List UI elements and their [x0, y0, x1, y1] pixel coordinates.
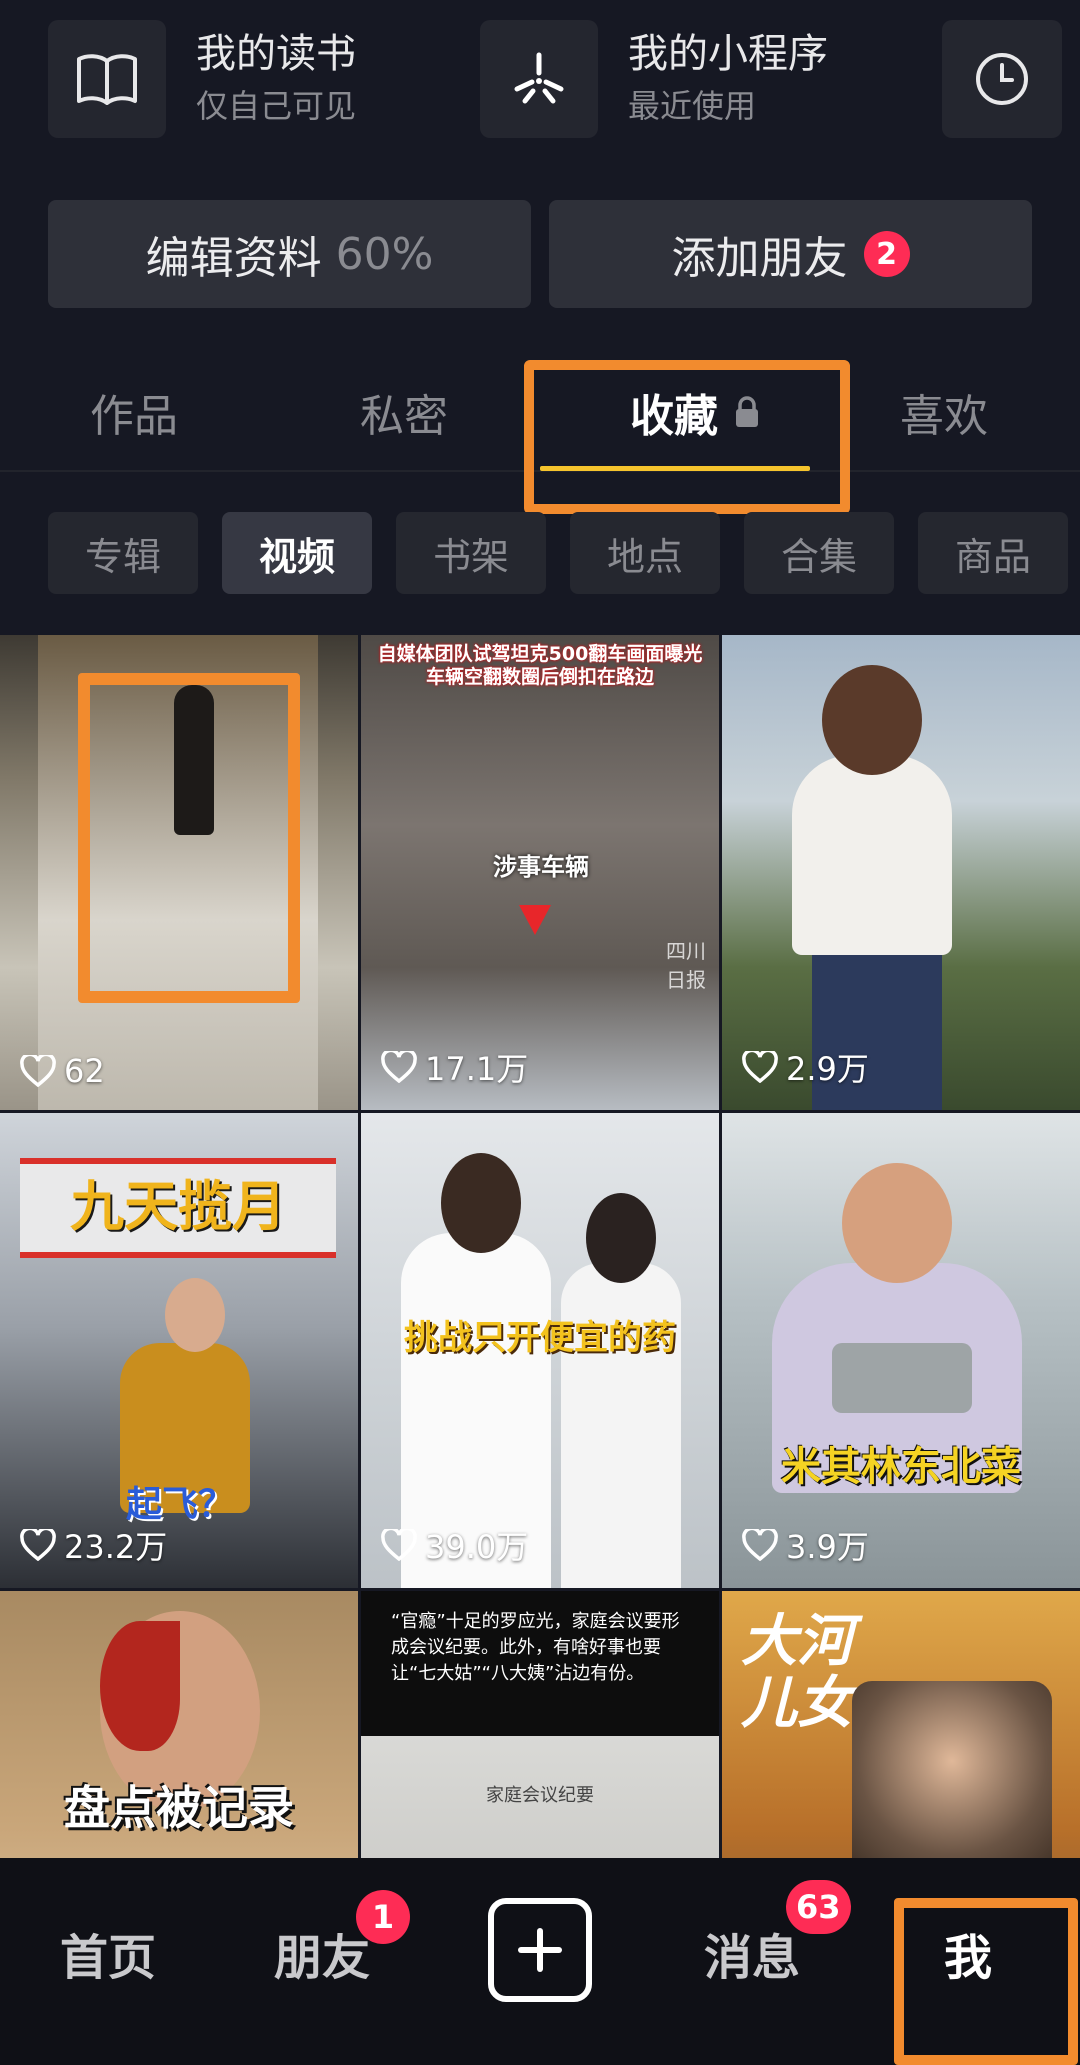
like-count: 39.0万	[381, 1522, 528, 1568]
nav-messages[interactable]: 消息	[704, 1918, 800, 1988]
filter-bookshelf[interactable]: 书架	[396, 512, 546, 594]
like-count: 3.9万	[742, 1522, 869, 1568]
filter-collections[interactable]: 合集	[744, 512, 894, 594]
video-tag: 起飞？	[125, 1484, 234, 1525]
filter-products[interactable]: 商品	[918, 512, 1068, 594]
arrow-down-icon	[519, 905, 551, 935]
filter-videos[interactable]: 视频	[222, 512, 372, 594]
like-count-text: 39.0万	[425, 1528, 529, 1566]
clock-icon	[976, 53, 1028, 105]
heart-icon	[381, 1529, 417, 1561]
asterisk-icon	[480, 20, 598, 138]
nav-friends[interactable]: 朋友	[274, 1918, 370, 1988]
add-friends-button[interactable]: 添加朋友 2	[549, 200, 1032, 308]
video-caption: “官瘾”十足的罗应光，家庭会议要形成会议纪要。此外，有啥好事也要让“七大姑”“八…	[391, 1611, 680, 1685]
add-friends-label: 添加朋友	[671, 233, 848, 284]
edit-profile-label: 编辑资料	[145, 233, 322, 284]
tab-likes-label: 喜欢	[900, 391, 988, 442]
filter-places[interactable]: 地点	[570, 512, 720, 594]
video-tag: 涉事车辆	[493, 853, 589, 881]
video-grid: 62 自媒体团队试驾坦克500翻车画面曝光 车辆空翻数圈后倒扣在路边 涉事车辆 …	[0, 635, 1080, 1860]
like-count: 17.1万	[381, 1044, 528, 1090]
video-caption: 自媒体团队试驾坦克500翻车画面曝光 车辆空翻数圈后倒扣在路边	[377, 643, 703, 688]
video-thumbnail[interactable]: 盘点被记录	[0, 1591, 358, 1860]
friends-badge: 1	[356, 1890, 410, 1944]
nav-home[interactable]: 首页	[60, 1918, 156, 1988]
annotation-highlight-favorites	[524, 360, 850, 514]
video-thumbnail[interactable]: 2.9万	[722, 635, 1080, 1110]
my-reading-card[interactable]: 我的读书 仅自己可见	[48, 20, 356, 138]
video-thumbnail[interactable]: “官瘾”十足的罗应光，家庭会议要形成会议纪要。此外，有啥好事也要让“七大姑”“八…	[361, 1591, 719, 1860]
messages-badge: 63	[786, 1880, 851, 1934]
heart-icon	[20, 1529, 56, 1561]
video-thumbnail[interactable]: 挑战只开便宜的药 39.0万	[361, 1113, 719, 1588]
watermark: 四川日报	[666, 939, 706, 992]
my-miniapps-title: 我的小程序	[628, 30, 828, 77]
my-miniapps-card[interactable]: 我的小程序 最近使用	[480, 20, 828, 138]
heart-icon	[381, 1051, 417, 1083]
annotation-highlight-me	[894, 1898, 1078, 2065]
add-friends-badge: 2	[863, 231, 910, 277]
book-icon	[48, 20, 166, 138]
tab-works[interactable]: 作品	[90, 380, 178, 444]
profile-completion-percent: 60%	[335, 228, 434, 280]
my-miniapps-subtitle: 最近使用	[628, 86, 757, 125]
video-thumbnail[interactable]: 米其林东北菜 3.9万	[722, 1113, 1080, 1588]
heart-icon	[20, 1055, 56, 1087]
like-count: 23.2万	[20, 1522, 167, 1568]
my-reading-subtitle: 仅自己可见	[196, 86, 357, 125]
video-caption: 大河儿女	[741, 1609, 853, 1736]
create-button[interactable]	[488, 1898, 592, 2002]
like-count-text: 23.2万	[64, 1528, 168, 1566]
like-count-text: 62	[64, 1052, 105, 1090]
video-caption: 九天揽月	[70, 1175, 286, 1238]
tab-likes[interactable]: 喜欢	[900, 380, 988, 444]
profile-page: 我的读书 仅自己可见 我的小程序 最近使用 编辑资料 60% 添加朋友 2 作品…	[0, 0, 1080, 2065]
like-count-text: 17.1万	[425, 1050, 529, 1088]
tab-private-label: 私密	[360, 391, 448, 442]
like-count: 2.9万	[742, 1044, 869, 1090]
heart-icon	[742, 1529, 778, 1561]
heart-icon	[742, 1051, 778, 1083]
document-title: 家庭会议纪要	[486, 1785, 594, 1806]
video-thumbnail[interactable]: 自媒体团队试驾坦克500翻车画面曝光 车辆空翻数圈后倒扣在路边 涉事车辆 四川日…	[361, 635, 719, 1110]
video-thumbnail[interactable]: 62	[0, 635, 358, 1110]
video-caption: 盘点被记录	[64, 1781, 294, 1835]
my-reading-title: 我的读书	[196, 30, 356, 77]
video-caption: 米其林东北菜	[781, 1444, 1021, 1490]
recent-history-button[interactable]	[942, 20, 1062, 138]
like-count-text: 2.9万	[786, 1050, 869, 1088]
plus-icon	[518, 1928, 562, 1972]
tab-private[interactable]: 私密	[360, 380, 448, 444]
video-thumbnail[interactable]: 九天揽月 起飞？ 23.2万	[0, 1113, 358, 1588]
edit-profile-button[interactable]: 编辑资料 60%	[48, 200, 531, 308]
filter-albums[interactable]: 专辑	[48, 512, 198, 594]
video-caption: 挑战只开便宜的药	[404, 1318, 676, 1358]
tab-works-label: 作品	[90, 391, 178, 442]
like-count: 62	[20, 1052, 105, 1090]
video-thumbnail[interactable]: 大河儿女	[722, 1591, 1080, 1860]
like-count-text: 3.9万	[786, 1528, 869, 1566]
